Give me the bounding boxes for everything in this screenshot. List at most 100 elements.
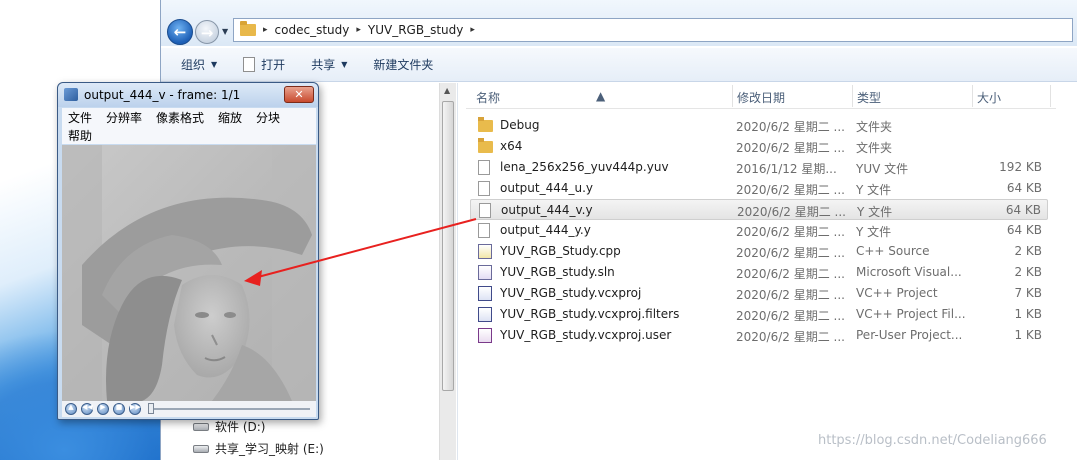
user-file-icon: [478, 328, 492, 343]
chevron-right-icon[interactable]: ▸: [263, 25, 268, 35]
column-date[interactable]: 修改日期: [737, 89, 785, 106]
chevron-right-icon[interactable]: ▸: [470, 25, 475, 35]
file-size: 192 KB: [999, 160, 1042, 174]
menu-help[interactable]: 帮助: [68, 127, 92, 144]
file-date: 2020/6/2 星期二 ...: [736, 183, 845, 197]
file-row[interactable]: output_444_v.y 2020/6/2 星期二 ... Y 文件 64 KB: [470, 199, 1048, 220]
column-name[interactable]: 名称: [476, 89, 500, 106]
file-row[interactable]: YUV_RGB_study.sln 2020/6/2 星期二 ... Microso…: [470, 262, 1048, 283]
close-icon: ✕: [294, 88, 304, 101]
watermark-text: https://blog.csdn.net/Codeliang666: [818, 433, 1047, 448]
folder-icon: [478, 117, 493, 132]
file-type: VC++ Project Fil...: [856, 307, 966, 321]
command-toolbar: 组织 ▼ 打开 共享 ▼ 新建文件夹: [161, 48, 1077, 82]
menu-zoom[interactable]: 缩放: [218, 109, 242, 126]
file-size: 64 KB: [1005, 203, 1041, 217]
eject-button[interactable]: ▲: [65, 403, 77, 415]
menu-file[interactable]: 文件: [68, 109, 92, 126]
file-date: 2020/6/2 星期二 ...: [736, 141, 845, 155]
file-row[interactable]: x64 2020/6/2 星期二 ... 文件夹: [470, 136, 1048, 157]
menu-resolution[interactable]: 分辨率: [106, 109, 142, 126]
new-folder-label: 新建文件夹: [373, 58, 434, 72]
folder-icon: [478, 138, 493, 153]
new-folder-button[interactable]: 新建文件夹: [373, 56, 433, 73]
arrow-left-icon: ←: [173, 23, 187, 41]
file-row[interactable]: output_444_u.y 2020/6/2 星期二 ... Y 文件 64 KB: [470, 178, 1048, 199]
column-separator[interactable]: [1050, 85, 1051, 107]
file-row[interactable]: YUV_RGB_study.vcxproj.filters 2020/6/2 星期…: [470, 304, 1048, 325]
file-row[interactable]: output_444_y.y 2020/6/2 星期二 ... Y 文件 64 KB: [470, 220, 1048, 241]
share-button[interactable]: 共享 ▼: [311, 56, 347, 73]
file-name: lena_256x256_yuv444p.yuv: [500, 160, 669, 174]
column-separator[interactable]: [972, 85, 973, 107]
column-separator[interactable]: [852, 85, 853, 107]
column-separator[interactable]: [732, 85, 733, 107]
app-icon: [64, 88, 78, 101]
open-label: 打开: [261, 58, 286, 72]
organize-button[interactable]: 组织 ▼: [181, 56, 217, 73]
file-row[interactable]: YUV_RGB_Study.cpp 2020/6/2 星期二 ... C++ Sou…: [470, 241, 1048, 262]
breadcrumb-yuv-rgb-study[interactable]: YUV_RGB_study: [368, 23, 463, 37]
viewer-title-bar[interactable]: output_444_v - frame: 1/1 ✕: [58, 83, 318, 107]
column-size[interactable]: 大小: [977, 89, 1001, 106]
file-type: Y 文件: [856, 225, 892, 239]
scroll-up-icon[interactable]: ▲: [444, 86, 450, 95]
file-row[interactable]: Debug 2020/6/2 星期二 ... 文件夹: [470, 115, 1048, 136]
recent-pages-dropdown[interactable]: ▼: [222, 27, 228, 36]
file-size: 1 KB: [1014, 307, 1042, 321]
yuv-viewer-window[interactable]: output_444_v - frame: 1/1 ✕ 文件 分辨率 像素格式 …: [57, 82, 319, 420]
forward-button[interactable]: →: [195, 20, 219, 44]
chevron-down-icon: ▼: [211, 60, 218, 69]
frame-slider-handle[interactable]: [148, 403, 154, 414]
file-type: 文件夹: [856, 120, 893, 134]
file-row[interactable]: YUV_RGB_study.vcxproj.user 2020/6/2 星期二 .…: [470, 325, 1048, 346]
file-type: 文件夹: [856, 141, 893, 155]
scrollbar-thumb[interactable]: [442, 101, 454, 391]
file-date: 2020/6/2 星期二 ...: [736, 288, 845, 302]
stop-icon: ■: [115, 403, 123, 411]
play-button[interactable]: ▶: [97, 403, 109, 415]
file-row[interactable]: YUV_RGB_study.vcxproj 2020/6/2 星期二 ... VC+…: [470, 283, 1048, 304]
file-name: output_444_y.y: [500, 223, 591, 237]
file-list: ▲ 名称 修改日期 类型 大小 Debug 2020/6/2 星期二 ... 文件夹…: [466, 83, 1077, 460]
file-name: YUV_RGB_study.vcxproj.user: [500, 328, 672, 342]
chevron-down-icon: ▼: [341, 60, 348, 69]
file-name: x64: [500, 139, 523, 153]
file-size: 2 KB: [1014, 244, 1042, 258]
share-label: 共享: [311, 58, 336, 72]
file-size: 2 KB: [1014, 265, 1042, 279]
rewind-button[interactable]: ◀◀: [81, 403, 93, 415]
nav-drive-d[interactable]: 软件 (D:): [193, 418, 265, 435]
breadcrumb-codec-study[interactable]: codec_study: [275, 23, 350, 37]
menu-pixel-format[interactable]: 像素格式: [156, 109, 204, 126]
document-icon: [243, 57, 256, 72]
stop-button[interactable]: ■: [113, 403, 125, 415]
file-date: 2020/6/2 星期二 ...: [736, 267, 845, 281]
file-name: YUV_RGB_study.vcxproj: [500, 286, 642, 300]
file-date: 2020/6/2 星期二 ...: [736, 225, 845, 239]
chevron-right-icon[interactable]: ▸: [356, 25, 361, 35]
viewer-title: output_444_v - frame: 1/1: [84, 88, 241, 102]
address-field[interactable]: ▸ codec_study ▸ YUV_RGB_study ▸: [233, 18, 1073, 42]
pane-divider[interactable]: [457, 83, 458, 460]
file-date: 2020/6/2 星期二 ...: [736, 309, 845, 323]
organize-label: 组织: [181, 58, 206, 72]
navigation-scrollbar[interactable]: ▲: [439, 83, 456, 460]
open-button[interactable]: 打开: [243, 56, 285, 73]
fast-forward-button[interactable]: ▶▶: [129, 403, 141, 415]
back-button[interactable]: ←: [167, 19, 193, 45]
nav-drive-e[interactable]: 共享_学习_映射 (E:): [193, 440, 324, 457]
menu-tiles[interactable]: 分块: [256, 109, 280, 126]
frame-slider-track[interactable]: [150, 408, 310, 410]
file-icon: [479, 203, 491, 218]
file-type: VC++ Project: [856, 286, 938, 300]
close-button[interactable]: ✕: [284, 86, 314, 103]
rewind-icon: ◀◀: [82, 403, 93, 411]
file-size: 7 KB: [1014, 286, 1042, 300]
file-row[interactable]: lena_256x256_yuv444p.yuv 2016/1/12 星期... Y…: [470, 157, 1048, 178]
file-icon: [478, 160, 490, 175]
column-type[interactable]: 类型: [857, 89, 881, 106]
file-size: 64 KB: [1006, 181, 1042, 195]
file-name: YUV_RGB_study.vcxproj.filters: [500, 307, 680, 321]
project-file-icon: [478, 286, 492, 301]
